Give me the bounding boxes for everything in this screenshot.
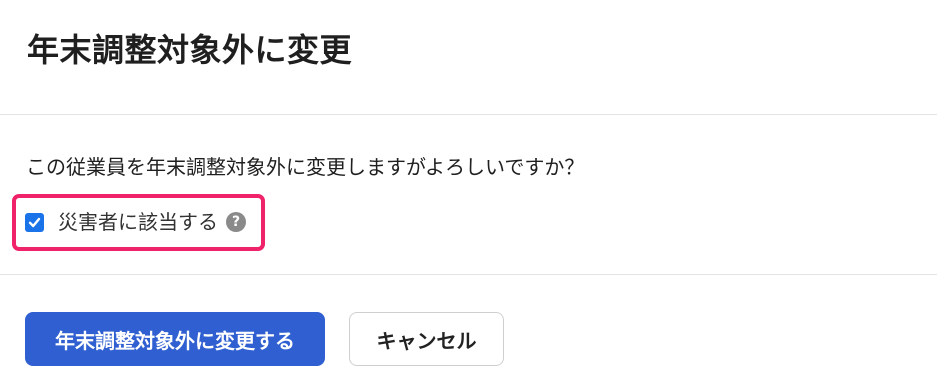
dialog-body: この従業員を年末調整対象外に変更しますがよろしいですか？ 災害者に該当する ?: [0, 115, 937, 275]
disaster-victim-label[interactable]: 災害者に該当する: [58, 208, 218, 236]
dialog-footer: 年末調整対象外に変更する キャンセル: [0, 275, 937, 391]
checkmark-icon: [28, 217, 41, 227]
dialog-title: 年末調整対象外に変更: [27, 31, 353, 69]
disaster-victim-checkbox-row[interactable]: 災害者に該当する ?: [25, 207, 246, 237]
confirm-dialog: 年末調整対象外に変更 この従業員を年末調整対象外に変更しますがよろしいですか？ …: [0, 0, 937, 391]
question-circle-icon[interactable]: ?: [226, 212, 246, 232]
disaster-victim-checkbox[interactable]: [25, 212, 44, 232]
cancel-button[interactable]: キャンセル: [349, 312, 504, 366]
confirm-exclude-button[interactable]: 年末調整対象外に変更する: [25, 312, 325, 366]
confirm-message: この従業員を年末調整対象外に変更しますがよろしいですか？: [26, 155, 585, 179]
dialog-header: 年末調整対象外に変更: [0, 0, 937, 115]
